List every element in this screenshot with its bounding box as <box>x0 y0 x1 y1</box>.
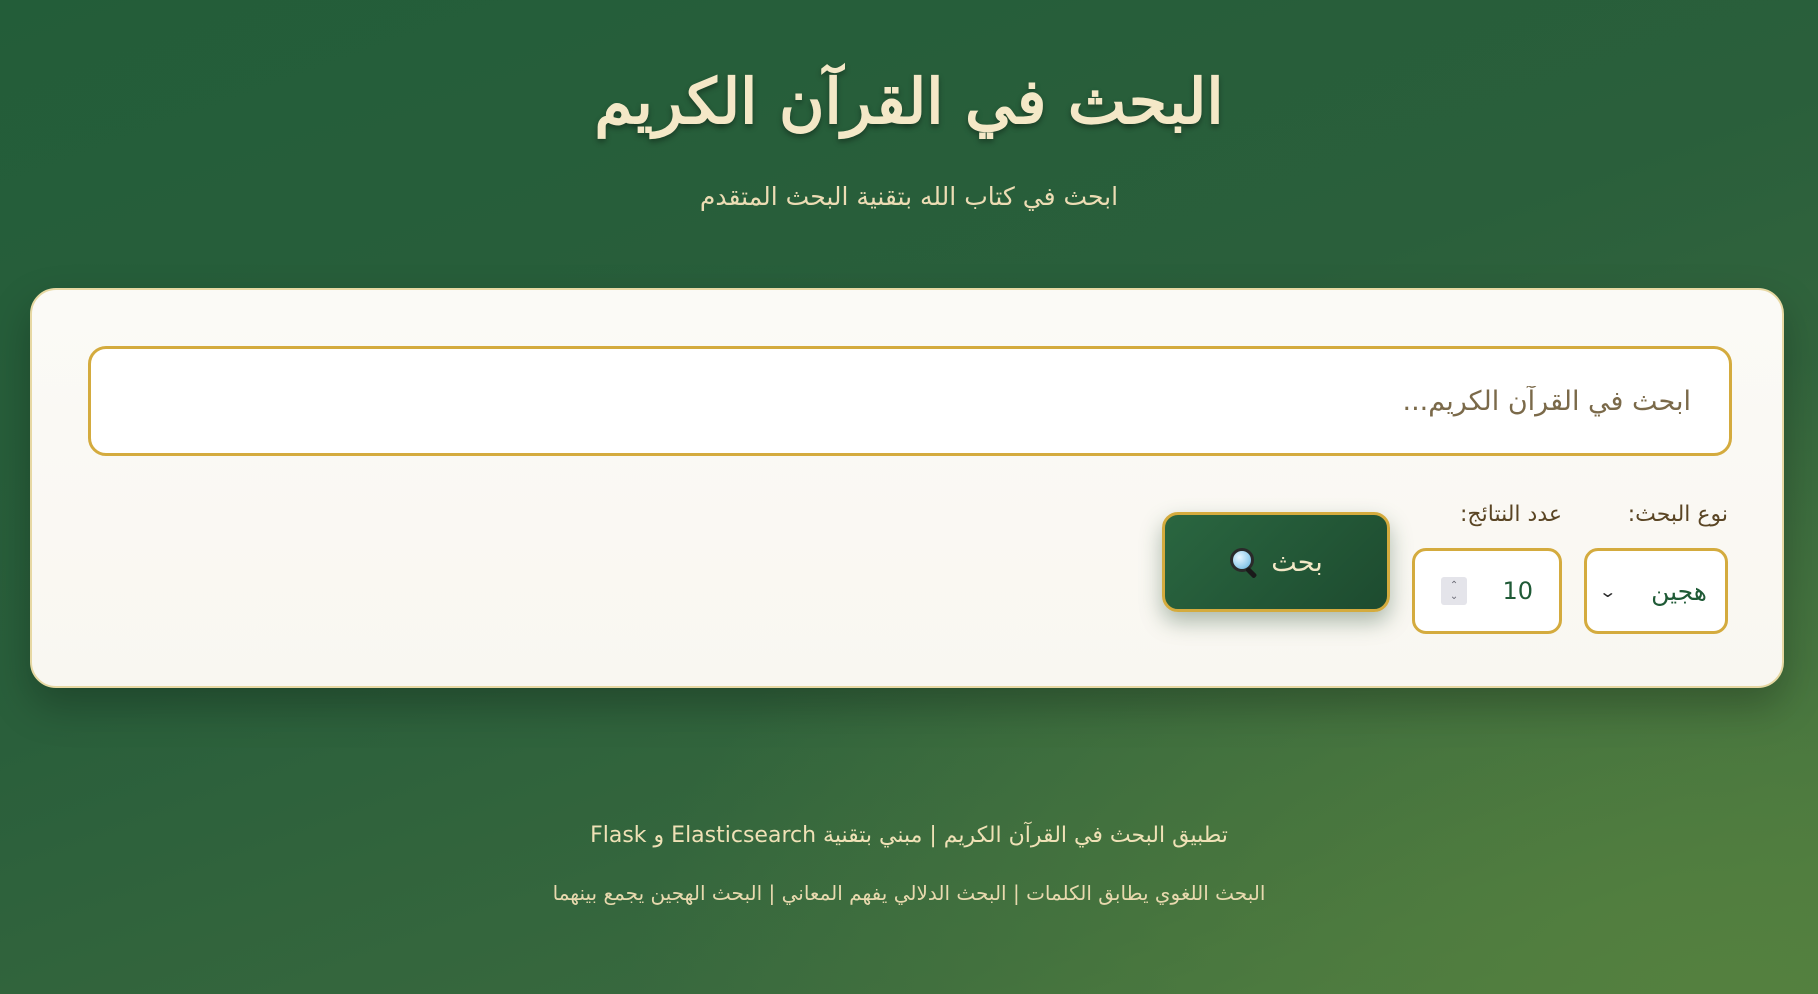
stepper-up-icon[interactable]: ⌃ <box>1450 580 1458 591</box>
footer-search-types: البحث اللغوي يطابق الكلمات | البحث الدلا… <box>552 881 1266 905</box>
magnifier-icon <box>1229 547 1259 579</box>
page-subtitle: ابحث في كتاب الله بتقنية البحث المتقدم <box>699 182 1119 211</box>
search-button-label: بحث <box>1271 546 1323 578</box>
search-type-value: هجين <box>1651 576 1707 606</box>
results-count-value: 10 <box>1502 577 1533 605</box>
page-title: البحث في القرآن الكريم <box>594 65 1224 138</box>
stepper-arrows-icon[interactable]: ⌃ ⌄ <box>1441 577 1467 605</box>
chevron-down-icon: ⌄ <box>1598 581 1618 601</box>
results-count-label: عدد النتائج: <box>1460 502 1562 527</box>
search-input[interactable] <box>88 346 1732 456</box>
search-card: نوع البحث: عدد النتائج: هجين ⌄ 10 ⌃ ⌄ بح… <box>30 288 1784 688</box>
search-button[interactable]: بحث <box>1162 512 1390 612</box>
footer-description: تطبيق البحث في القرآن الكريم | مبني بتقن… <box>590 823 1228 848</box>
results-count-input[interactable]: 10 ⌃ ⌄ <box>1412 548 1562 634</box>
search-type-select[interactable]: هجين ⌄ <box>1584 548 1728 634</box>
stepper-down-icon[interactable]: ⌄ <box>1450 591 1458 602</box>
page-header: البحث في القرآن الكريم ابحث في كتاب الله… <box>0 52 1818 214</box>
search-type-label: نوع البحث: <box>1627 502 1728 527</box>
